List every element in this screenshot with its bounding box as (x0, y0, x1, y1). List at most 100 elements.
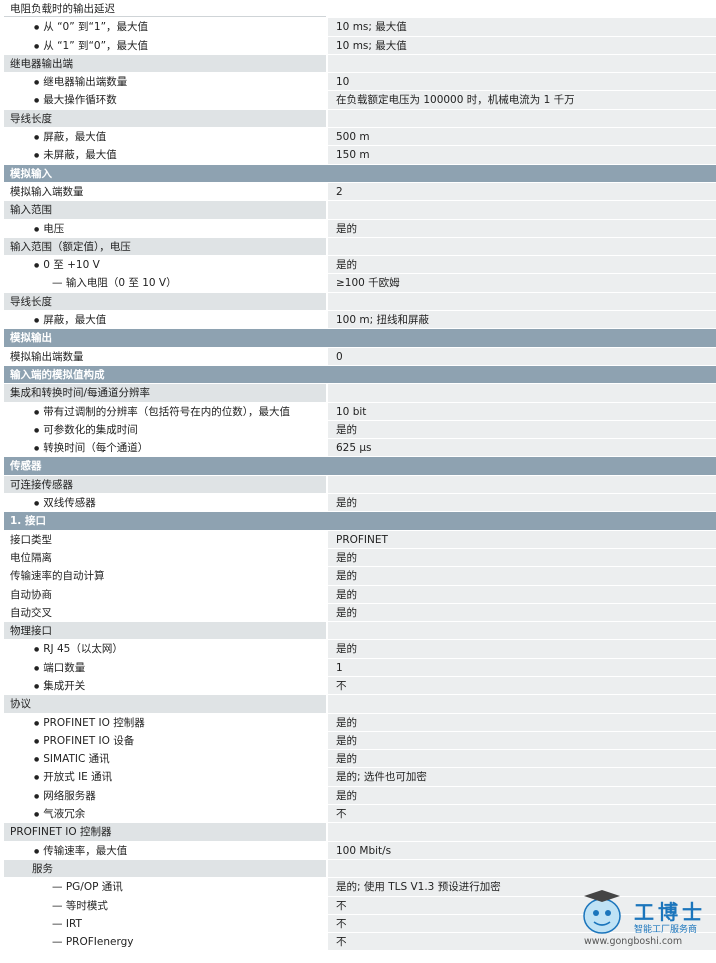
row-label: 继电器输出端数量 (34, 76, 127, 88)
row-label: 模拟输入 (10, 167, 52, 180)
row-label: 协议 (10, 698, 31, 711)
row-label: 输入范围 (10, 204, 52, 217)
row-label: 传输速率的自动计算 (10, 570, 105, 583)
section-header: 传感器 (4, 457, 716, 476)
row-value: 500 m (328, 128, 716, 146)
row-value (328, 109, 716, 128)
subsection-row: 协议 (4, 695, 716, 714)
row-label: 接口类型 (10, 533, 52, 546)
table-row: 电压 是的 (4, 219, 716, 238)
row-value: 100 m; 扭线和屏蔽 (328, 311, 716, 329)
row-label: 开放式 IE 通讯 (34, 771, 112, 783)
row-value: 10 bit (328, 402, 716, 420)
row-value: 是的 (328, 548, 716, 567)
row-label: PROFINET IO 控制器 (34, 717, 144, 729)
table-row: 屏蔽，最大值 500 m (4, 128, 716, 147)
row-label: 从 “0” 到“1”，最大值 (34, 21, 148, 33)
table-row: 模拟输出端数量 0 (4, 347, 716, 366)
row-value: 在负载额定电压为 100000 时，机械电流为 1 千万 (328, 91, 716, 109)
section-header: 1. 接口 (4, 512, 716, 531)
table-row: 自动协商 是的 (4, 585, 716, 604)
table-row: 带有过调制的分辨率（包括符号在内的位数），最大值 10 bit (4, 402, 716, 421)
row-label: 可连接传感器 (10, 478, 73, 491)
row-label: 转换时间（每个通道） (34, 442, 148, 454)
row-label: IRT (52, 918, 82, 930)
table-row: 双线传感器 是的 (4, 494, 716, 513)
row-label: PG/OP 通讯 (52, 881, 123, 893)
row-label: 传输速率，最大值 (34, 845, 127, 857)
table-row: 未屏蔽，最大值 150 m (4, 146, 716, 165)
table-row: 接口类型 PROFINET (4, 530, 716, 549)
row-label: 物理接口 (10, 625, 52, 638)
row-value: 1 (328, 658, 716, 676)
row-value: 10 ms; 最大值 (328, 18, 716, 36)
table-row: 从 “1” 到“0”，最大值 10 ms; 最大值 (4, 36, 716, 55)
row-label: 服务 (32, 862, 53, 875)
row-label: 导线长度 (10, 112, 52, 125)
table-row: 自动交叉 是的 (4, 603, 716, 623)
row-value: 625 µs (328, 439, 716, 457)
row-value (328, 237, 716, 256)
row-value: 10 ms; 最大值 (328, 36, 716, 54)
table-row: 开放式 IE 通讯 是的; 选件也可加密 (4, 768, 716, 787)
row-label: RJ 45（以太网） (34, 643, 123, 655)
row-value: 不 (328, 805, 716, 823)
watermark-logo: 工博士 智能工厂服务商 www.gongboshi.com (576, 882, 716, 952)
table-row: 传输速率，最大值 100 Mbit/s (4, 841, 716, 860)
row-value (328, 695, 716, 713)
row-label: 自动协商 (10, 588, 52, 601)
row-value: 是的 (328, 640, 716, 658)
table-row: PROFINET IO 控制器 是的 (4, 713, 716, 732)
row-label: 模拟输入端数量 (10, 185, 84, 198)
row-label: 传感器 (10, 460, 42, 473)
subsection-row: 集成和转换时间/每通道分辨率 (4, 384, 716, 403)
row-value (328, 823, 716, 841)
row-value (328, 201, 716, 219)
section-header: 输入端的模拟值构成 (4, 365, 716, 385)
watermark-brand: 工博士 (634, 900, 706, 924)
row-value: 0 (328, 347, 716, 365)
table-row: 最大操作循环数 在负载额定电压为 100000 时，机械电流为 1 千万 (4, 91, 716, 110)
row-label: 屏蔽，最大值 (34, 131, 106, 143)
row-label: 0 至 +10 V (34, 259, 100, 271)
row-label: SIMATIC 通讯 (34, 753, 109, 765)
section-header: 模拟输出 (4, 329, 716, 348)
subsection-row: 输入范围 (4, 201, 716, 220)
table-row: 从 “0” 到“1”，最大值 10 ms; 最大值 (4, 18, 716, 37)
row-label: 屏蔽，最大值 (34, 314, 106, 326)
table-row: 模拟输入端数量 2 (4, 182, 716, 202)
row-label: PROFINET IO 设备 (34, 735, 134, 747)
row-label: 网络服务器 (34, 790, 96, 802)
subsection-row: 导线长度 (4, 109, 716, 129)
row-value: 是的 (328, 256, 716, 274)
subsection-row: 可连接传感器 (4, 475, 716, 495)
row-value: 是的; 选件也可加密 (328, 768, 716, 786)
table-row: 电阻负载时的输出延迟 (4, 0, 716, 19)
row-value: 是的 (328, 786, 716, 805)
table-row: 0 至 +10 V 是的 (4, 256, 716, 275)
row-label: 模拟输出 (10, 332, 52, 345)
row-label: 集成和转换时间/每通道分辨率 (10, 387, 151, 400)
row-value (328, 292, 716, 311)
row-value: 是的 (328, 713, 716, 731)
subsection-row: 输入范围（额定值），电压 (4, 237, 716, 257)
row-label: 电位隔离 (10, 551, 52, 564)
row-value (328, 54, 716, 73)
row-value: 是的 (328, 585, 716, 603)
row-label: PROFINET IO 控制器 (10, 826, 112, 839)
spec-table: 电阻负载时的输出延迟从 “0” 到“1”，最大值 10 ms; 最大值从 “1” … (4, 0, 716, 952)
table-row: 气液冗余 不 (4, 805, 716, 824)
row-value: 100 Mbit/s (328, 841, 716, 859)
row-label: 带有过调制的分辨率（包括符号在内的位数），最大值 (34, 406, 290, 418)
row-value: 150 m (328, 146, 716, 164)
table-row: 继电器输出端数量 10 (4, 73, 716, 92)
table-row: 输入电阻（0 至 10 V） ≥100 千欧姆 (4, 274, 716, 293)
row-label: 端口数量 (34, 662, 85, 674)
row-value: 是的 (328, 420, 716, 439)
table-row: SIMATIC 通讯 是的 (4, 750, 716, 769)
subsection-row: 服务 (4, 859, 716, 879)
row-value: 2 (328, 182, 716, 201)
row-value: 是的 (328, 567, 716, 585)
row-label: 输入电阻（0 至 10 V） (52, 277, 177, 289)
row-value: PROFINET (328, 530, 716, 548)
